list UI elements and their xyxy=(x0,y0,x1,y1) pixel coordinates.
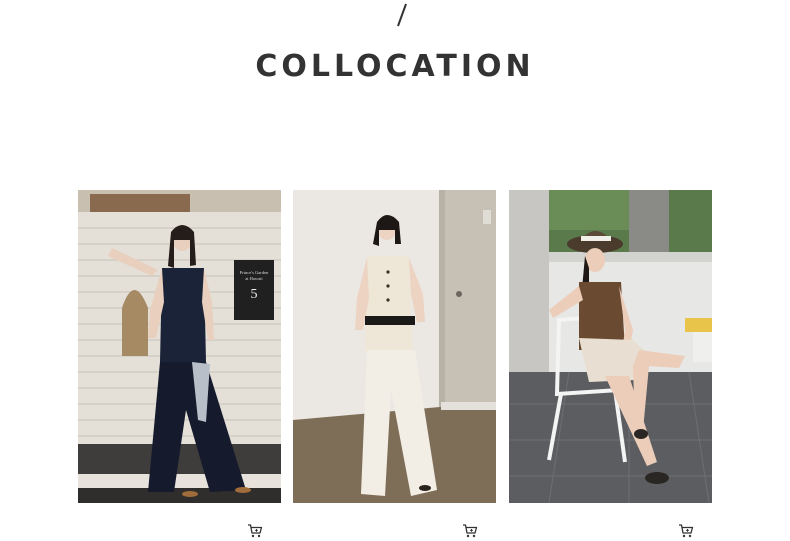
product-image-2[interactable] xyxy=(293,190,496,503)
shopping-cart-icon[interactable] xyxy=(462,523,478,539)
sign-line2: at Hawaii xyxy=(245,276,263,281)
shopping-cart-icon[interactable] xyxy=(247,523,263,539)
shopping-cart-icon[interactable] xyxy=(678,523,694,539)
product-image-3[interactable] xyxy=(509,190,712,503)
slash-divider-icon xyxy=(397,3,407,27)
product-image-1[interactable]: Prince's Garden at Hawaii 5 xyxy=(78,190,281,503)
section-title: COLLOCATION xyxy=(255,49,535,84)
sign-number: 5 xyxy=(251,287,258,302)
sign-line1: Prince's Garden xyxy=(240,270,269,275)
